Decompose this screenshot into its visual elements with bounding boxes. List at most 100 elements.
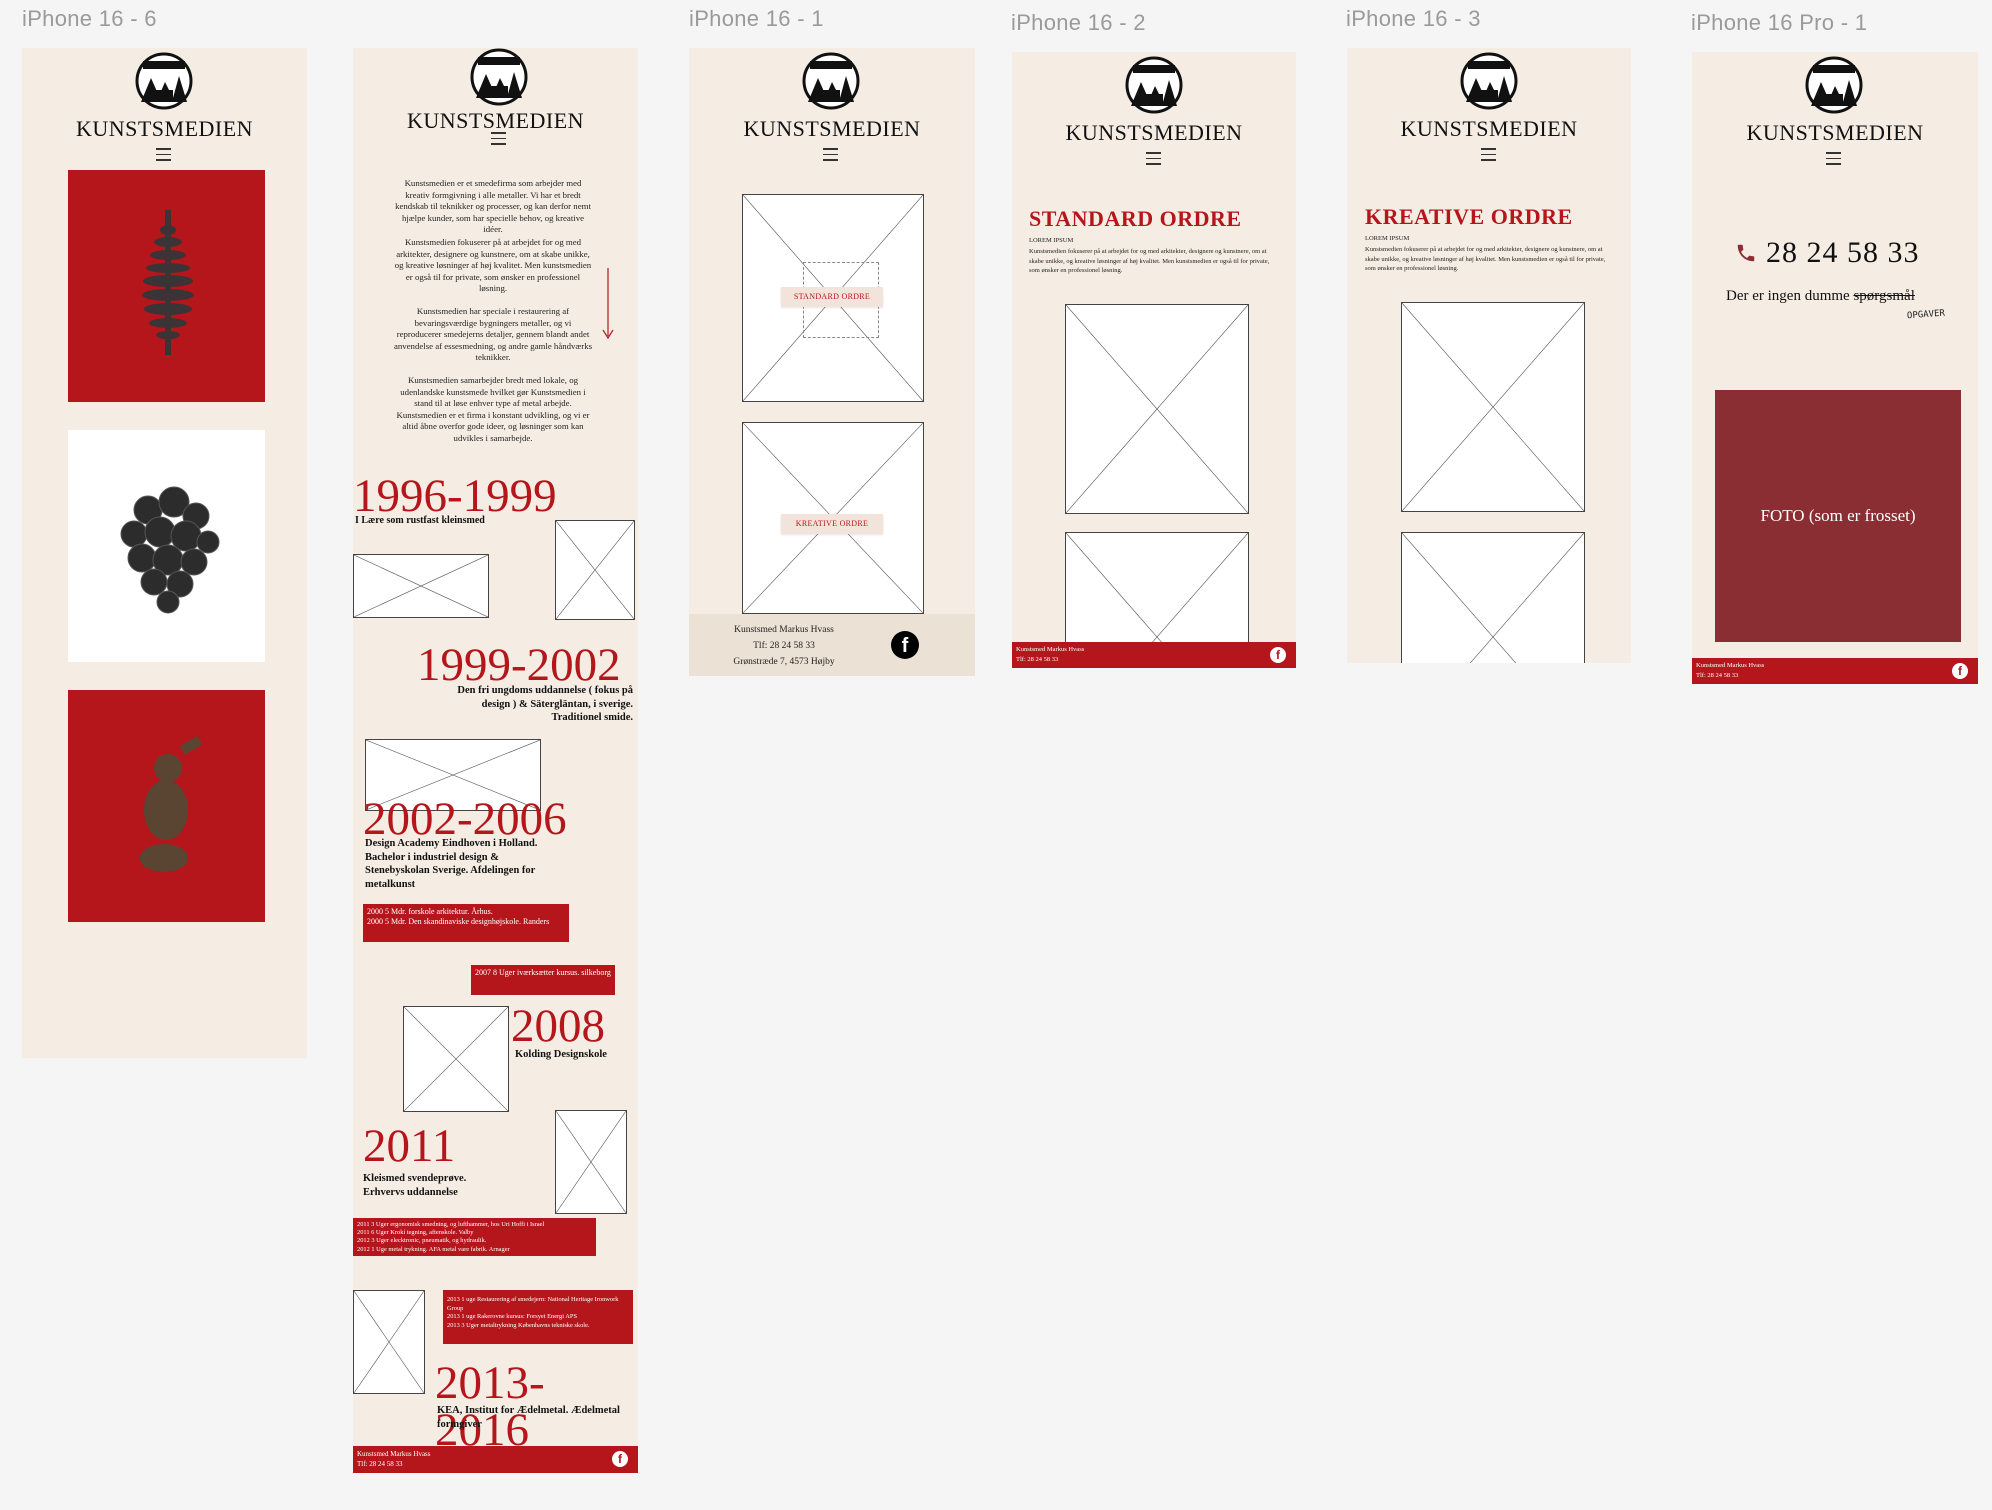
course-line: 2012 1 Uge metal trykning. AFA metal var…	[357, 1245, 510, 1253]
gallery-image-figure[interactable]	[68, 690, 265, 922]
about-paragraph-1: Kunstsmedien er et smedefirma som arbejd…	[395, 178, 591, 235]
timeline-image-placeholder[interactable]	[555, 520, 635, 620]
order-image-placeholder[interactable]	[1401, 532, 1585, 663]
phone-icon[interactable]	[1735, 242, 1757, 264]
frame-standard-order: KUNSTSMEDIEN STANDARD ORDRE LOREM IPSUM …	[1012, 52, 1296, 668]
timeline-year-2008: 2008	[511, 1000, 605, 1052]
frame-contact: KUNSTSMEDIEN 28 24 58 33 Der er ingen du…	[1692, 52, 1978, 684]
kreative-order-button[interactable]: KREATIVE ORDRE	[781, 514, 883, 534]
timeline-image-placeholder[interactable]	[403, 1006, 509, 1112]
timeline-year-2002: 2002-2006	[363, 793, 567, 845]
course-line: 2011 3 Uger ergonomisk smedning, og luft…	[357, 1221, 545, 1228]
order-description: Kunstsmedien fokuserer på at arbejdet fo…	[1029, 248, 1270, 274]
footer-name: Kunstsmed Markus Hvass	[1696, 662, 1765, 669]
contact-tagline: Der er ingen dumme spørgsmål	[1726, 288, 1915, 305]
tagline-text: Der er ingen dumme	[1726, 288, 1850, 304]
frame-label-iphone16-1[interactable]: iPhone 16 - 1	[689, 6, 824, 32]
hamburger-menu-icon[interactable]	[1146, 152, 1161, 169]
brand-title: KUNSTSMEDIEN	[743, 116, 921, 141]
footer-name: Kunstsmed Markus Hvass	[1016, 646, 1085, 653]
frame-label-iphone16pro-1[interactable]: iPhone 16 Pro - 1	[1691, 10, 1867, 36]
about-paragraph-2: Kunstsmedien fokuserer på at arbejdet fo…	[394, 237, 592, 294]
gallery-image-spiral[interactable]	[68, 170, 265, 402]
timeline-desc-2013: KEA, Institut for Ædelmetal. Ædelmetal f…	[437, 1405, 620, 1430]
course-line: 2013 1 uge Restaurering af smedejern: Na…	[447, 1296, 619, 1312]
course-line: 2012 3 Uger elecktronic, pneumatik, og h…	[357, 1237, 487, 1245]
footer-name: Kunstsmed Markus Hvass	[734, 625, 834, 635]
timeline-image-placeholder[interactable]	[353, 1290, 425, 1394]
footer-phone[interactable]: Tlf: 28 24 58 33	[1696, 671, 1764, 681]
frame-about-timeline: KUNSTSMEDIEN Kunstsmedien er et smedefir…	[353, 48, 638, 1473]
footer-phone[interactable]: Tlf: 28 24 58 33	[709, 638, 859, 654]
standard-order-button[interactable]: STANDARD ORDRE	[781, 287, 883, 307]
gallery-image-grapes[interactable]	[68, 430, 265, 662]
facebook-icon[interactable]: f	[1270, 647, 1286, 663]
bronze-figure-icon	[140, 736, 203, 872]
footer: Kunstsmed Markus Hvass Tlf: 28 24 58 33 …	[1012, 642, 1296, 668]
handwritten-note: OPGAVER	[1906, 308, 1946, 322]
frame-label-iphone16-6[interactable]: iPhone 16 - 6	[22, 6, 157, 32]
timeline-year-1996: 1996-1999	[353, 470, 557, 522]
course-box-2000: 2000 5 Mdr. forskole arkitektur. Århus. …	[363, 904, 569, 942]
course-line: 2011 6 Uger Krokí tegning, aftenskole. V…	[357, 1229, 474, 1237]
logo-icon[interactable]	[1454, 52, 1524, 110]
timeline-image-placeholder[interactable]	[353, 554, 489, 618]
brand-title: KUNSTSMEDIEN	[1746, 120, 1924, 145]
facebook-icon[interactable]: f	[1952, 663, 1968, 679]
photo-placeholder[interactable]: FOTO (som er frosset)	[1715, 390, 1961, 642]
page-title: KREATIVE ORDRE	[1365, 204, 1573, 229]
facebook-icon[interactable]: f	[612, 1451, 628, 1467]
contact-phone[interactable]: 28 24 58 33	[1766, 236, 1920, 270]
footer: Kunstsmed Markus Hvass Tlf: 28 24 58 33 …	[1692, 658, 1978, 684]
footer: Kunstsmed Markus Hvass Tlf: 28 24 58 33 …	[689, 614, 975, 676]
logo-icon[interactable]	[796, 52, 866, 110]
course-box-2007: 2007 8 Uger iværksætter kursus. silkebor…	[471, 965, 615, 995]
timeline-desc-1999: Den fri ungdoms uddannelse ( fokus på de…	[457, 685, 633, 723]
brand-title: KUNSTSMEDIEN	[75, 116, 254, 141]
struck-word: spørgsmål	[1853, 288, 1915, 304]
timeline-year-1999: 1999-2002	[417, 639, 621, 691]
logo-icon[interactable]	[464, 48, 534, 106]
timeline-desc-2008: Kolding Designskole	[515, 1049, 607, 1060]
hamburger-menu-icon[interactable]	[1481, 148, 1496, 165]
course-line: 2013 1 uge Rakerovne kursus: Forsyet Ene…	[447, 1313, 577, 1321]
subheading: LOREM IPSUM	[1365, 235, 1410, 242]
footer-phone[interactable]: Tlf: 28 24 58 33	[1016, 655, 1084, 665]
timeline-year-2011: 2011	[363, 1120, 456, 1172]
logo-icon[interactable]	[1799, 56, 1869, 114]
footer-phone[interactable]: Tlf: 28 24 58 33	[357, 1459, 431, 1469]
hamburger-menu-icon[interactable]	[1826, 152, 1841, 169]
course-box-2013: 2013 1 uge Restaurering af smedejern: Na…	[443, 1290, 633, 1344]
footer-address: Grønstræde 7, 4573 Højby	[733, 657, 835, 667]
frame-label-iphone16-3[interactable]: iPhone 16 - 3	[1346, 6, 1481, 32]
about-paragraph-4: Kunstsmedien samarbejder bredt med lokal…	[396, 375, 590, 443]
footer: Kunstsmed Markus Hvass Tlf: 28 24 58 33 …	[353, 1446, 638, 1473]
course-line: 2000 5 Mdr. Den skandinaviske designhøjs…	[367, 917, 550, 926]
course-line: 2000 5 Mdr. forskole arkitektur. Århus.	[367, 907, 493, 916]
arrow-down-icon[interactable]	[601, 268, 615, 340]
logo-icon[interactable]	[1119, 56, 1189, 114]
order-description: Kunstsmedien fokuserer på at arbejdet fo…	[1365, 246, 1606, 272]
brand-title: KUNSTSMEDIEN	[406, 108, 585, 133]
grape-sculpture-icon	[120, 486, 220, 614]
hamburger-menu-icon[interactable]	[491, 132, 506, 149]
logo-icon[interactable]	[129, 52, 199, 110]
hamburger-menu-icon[interactable]	[823, 148, 838, 165]
footer-name: Kunstsmed Markus Hvass	[357, 1450, 431, 1458]
timeline-desc-2002: Design Academy Eindhoven i Holland. Bach…	[365, 838, 538, 890]
course-box-2011: 2011 3 Uger ergonomisk smedning, og luft…	[353, 1218, 596, 1256]
order-image-placeholder[interactable]	[1065, 304, 1249, 514]
subheading: LOREM IPSUM	[1029, 237, 1074, 244]
about-paragraph-3: Kunstsmedien har speciale i restaurering…	[393, 306, 593, 363]
timeline-image-placeholder[interactable]	[555, 1110, 627, 1214]
frame-label-iphone16-2[interactable]: iPhone 16 - 2	[1011, 10, 1146, 36]
order-image-placeholder[interactable]	[1401, 302, 1585, 512]
brand-title: KUNSTSMEDIEN	[1065, 120, 1243, 145]
course-line: 2013 3 Uger metaltrykning Københavns tek…	[447, 1321, 590, 1329]
course-line: 2007 8 Uger iværksætter kursus. silkebor…	[475, 968, 611, 977]
hamburger-menu-icon[interactable]	[156, 148, 171, 165]
frame-home: KUNSTSMEDIEN STANDARD ORDRE KREATIVE ORD…	[689, 48, 975, 676]
timeline-desc-2011: Kleismed svendeprøve. Erhvervs uddannels…	[363, 1173, 467, 1198]
facebook-icon[interactable]: f	[891, 631, 919, 659]
brand-title: KUNSTSMEDIEN	[1400, 116, 1578, 141]
